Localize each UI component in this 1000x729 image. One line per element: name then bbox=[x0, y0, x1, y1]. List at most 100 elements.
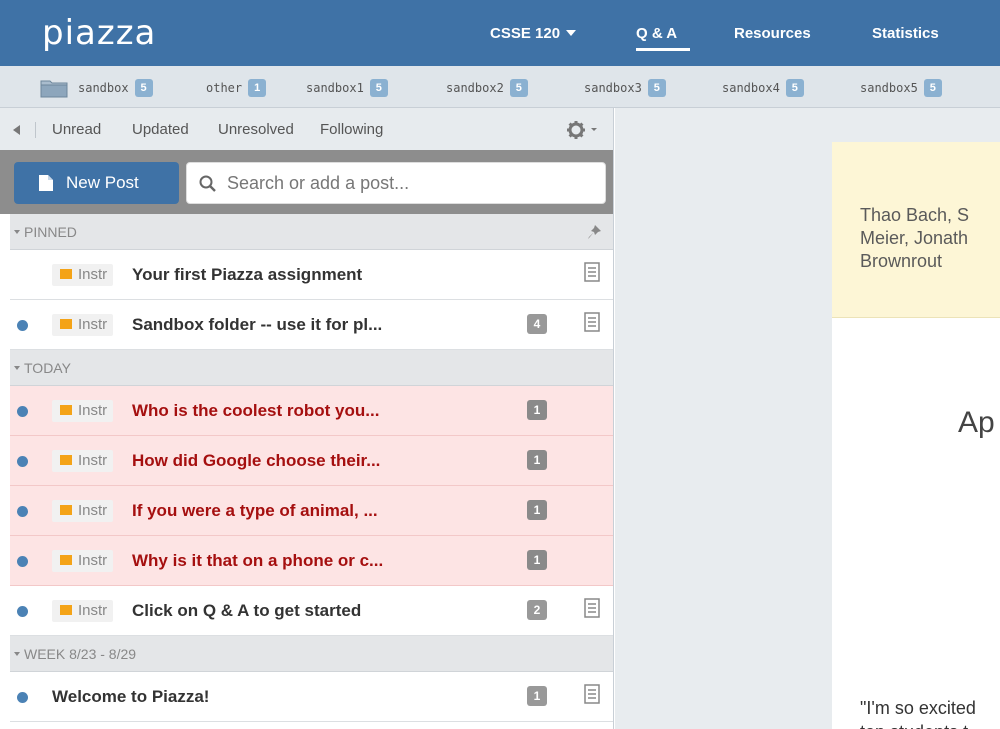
filter-bar: Unread Updated Unresolved Following bbox=[0, 108, 613, 150]
post-title: If you were a type of animal, ... bbox=[132, 501, 378, 520]
instructor-tag: Instr bbox=[52, 500, 114, 522]
instructor-tag: Instr bbox=[52, 450, 114, 472]
instructor-names-line: Meier, Jonath bbox=[860, 228, 969, 248]
nav-qa[interactable]: Q & A bbox=[636, 24, 677, 44]
welcome-card: Thao Bach, S Meier, Jonath Brownrout Ap … bbox=[832, 142, 1000, 729]
instructor-names-line: Brownrout bbox=[860, 251, 943, 271]
post-title: Sandbox folder -- use it for pl... bbox=[132, 315, 383, 334]
folder-count-badge: 5 bbox=[134, 79, 153, 97]
tag-label: Instr bbox=[78, 316, 108, 333]
post-title: Welcome to Piazza! bbox=[52, 687, 210, 706]
section-header-pinned[interactable]: PINNED bbox=[10, 214, 613, 250]
section-collapse-icon bbox=[14, 366, 20, 371]
note-icon bbox=[584, 598, 600, 618]
tag-label: Instr bbox=[78, 266, 108, 283]
nav-active-indicator bbox=[636, 48, 690, 51]
quote-line: "I'm so excited bbox=[860, 698, 976, 718]
section-title: TODAY bbox=[24, 360, 71, 376]
post-title: Click on Q & A to get started bbox=[132, 601, 362, 620]
tag-square-icon bbox=[60, 319, 72, 330]
folder-sandbox2[interactable]: sandbox2 5 bbox=[446, 79, 528, 97]
search-toolbar: New Post bbox=[0, 150, 613, 214]
post-row[interactable]: Instr Your first Piazza assignment bbox=[10, 250, 613, 300]
post-row[interactable]: Instr How did Google choose their... 1 bbox=[10, 436, 613, 486]
tag-label: Instr bbox=[78, 452, 108, 469]
instructor-names-line: Thao Bach, S bbox=[860, 205, 970, 225]
post-row[interactable]: Instr Why is it that on a phone or c... … bbox=[10, 536, 613, 586]
reply-count-badge: 2 bbox=[527, 600, 547, 620]
post-title: Your first Piazza assignment bbox=[132, 265, 363, 284]
post-row[interactable]: Instr If you were a type of animal, ... … bbox=[10, 486, 613, 536]
search-box[interactable] bbox=[186, 162, 606, 204]
filter-following[interactable]: Following bbox=[320, 121, 383, 139]
post-list: PINNED Instr Your first Piazza assignmen… bbox=[10, 214, 613, 722]
instructor-tag: Instr bbox=[52, 400, 114, 422]
tag-square-icon bbox=[60, 555, 72, 566]
section-header-week[interactable]: WEEK 8/23 - 8/29 bbox=[10, 636, 613, 672]
new-post-label: New Post bbox=[66, 173, 139, 192]
search-input[interactable] bbox=[227, 171, 597, 195]
note-icon bbox=[584, 312, 600, 332]
document-icon bbox=[39, 175, 53, 191]
reply-count-badge: 1 bbox=[527, 550, 547, 570]
folder-label: sandbox bbox=[78, 81, 129, 95]
unread-dot bbox=[17, 320, 28, 331]
post-row[interactable]: Instr Sandbox folder -- use it for pl...… bbox=[10, 300, 613, 350]
course-selector[interactable]: CSSE 120 bbox=[490, 24, 577, 44]
folder-sandbox5[interactable]: sandbox5 5 bbox=[860, 79, 942, 97]
new-post-button[interactable]: New Post bbox=[14, 162, 179, 204]
filter-unread[interactable]: Unread bbox=[52, 121, 101, 139]
instructor-tag: Instr bbox=[52, 264, 114, 286]
folder-count-badge: 5 bbox=[785, 79, 804, 97]
post-title: Why is it that on a phone or c... bbox=[132, 551, 384, 570]
folder-label: sandbox3 bbox=[584, 81, 642, 95]
folder-sandbox[interactable]: sandbox 5 bbox=[78, 79, 153, 97]
nav-resources[interactable]: Resources bbox=[734, 24, 811, 44]
post-list-panel: Unread Updated Unresolved Following New … bbox=[0, 108, 614, 729]
tag-label: Instr bbox=[78, 602, 108, 619]
collapse-sidebar-button[interactable] bbox=[10, 122, 36, 138]
folder-count-badge: 5 bbox=[369, 79, 388, 97]
folder-count-badge: 5 bbox=[923, 79, 942, 97]
section-collapse-icon bbox=[14, 652, 20, 657]
unread-dot bbox=[17, 406, 28, 417]
tag-label: Instr bbox=[78, 552, 108, 569]
folder-label: sandbox5 bbox=[860, 81, 918, 95]
content-panel: Thao Bach, S Meier, Jonath Brownrout Ap … bbox=[615, 108, 1000, 729]
reply-count-badge: 1 bbox=[527, 400, 547, 420]
note-icon bbox=[584, 262, 600, 282]
instructor-names: Thao Bach, S Meier, Jonath Brownrout bbox=[860, 204, 1000, 273]
collapse-arrow-icon bbox=[13, 125, 20, 135]
tag-label: Instr bbox=[78, 402, 108, 419]
instructors-banner: Thao Bach, S Meier, Jonath Brownrout bbox=[832, 142, 1000, 318]
folder-sandbox1[interactable]: sandbox1 5 bbox=[306, 79, 388, 97]
folder-icon bbox=[40, 80, 68, 98]
gear-icon[interactable] bbox=[566, 120, 600, 140]
filter-updated[interactable]: Updated bbox=[132, 121, 189, 139]
folder-sandbox4[interactable]: sandbox4 5 bbox=[722, 79, 804, 97]
course-selector-label: CSSE 120 bbox=[490, 25, 561, 42]
post-row[interactable]: Welcome to Piazza! 1 bbox=[10, 672, 613, 722]
folder-sandbox3[interactable]: sandbox3 5 bbox=[584, 79, 666, 97]
instructor-tag: Instr bbox=[52, 600, 114, 622]
post-title: Who is the coolest robot you... bbox=[132, 401, 380, 420]
post-title: How did Google choose their... bbox=[132, 451, 381, 470]
filter-unresolved[interactable]: Unresolved bbox=[218, 121, 294, 139]
unread-dot bbox=[17, 692, 28, 703]
unread-dot bbox=[17, 506, 28, 517]
unread-dot bbox=[17, 556, 28, 567]
card-heading: Ap bbox=[958, 406, 995, 439]
nav-statistics[interactable]: Statistics bbox=[872, 24, 939, 44]
post-row[interactable]: Instr Click on Q & A to get started 2 bbox=[10, 586, 613, 636]
chevron-down-icon bbox=[566, 30, 577, 37]
section-header-today[interactable]: TODAY bbox=[10, 350, 613, 386]
section-title: PINNED bbox=[24, 224, 77, 240]
folder-label: sandbox4 bbox=[722, 81, 780, 95]
folder-label: sandbox1 bbox=[306, 81, 364, 95]
piazza-logo[interactable]: piazza bbox=[42, 14, 156, 52]
post-row[interactable]: Instr Who is the coolest robot you... 1 bbox=[10, 386, 613, 436]
tag-square-icon bbox=[60, 605, 72, 616]
quote-line: top students t bbox=[860, 720, 976, 729]
tag-square-icon bbox=[60, 269, 72, 280]
folder-other[interactable]: other 1 bbox=[206, 79, 267, 97]
